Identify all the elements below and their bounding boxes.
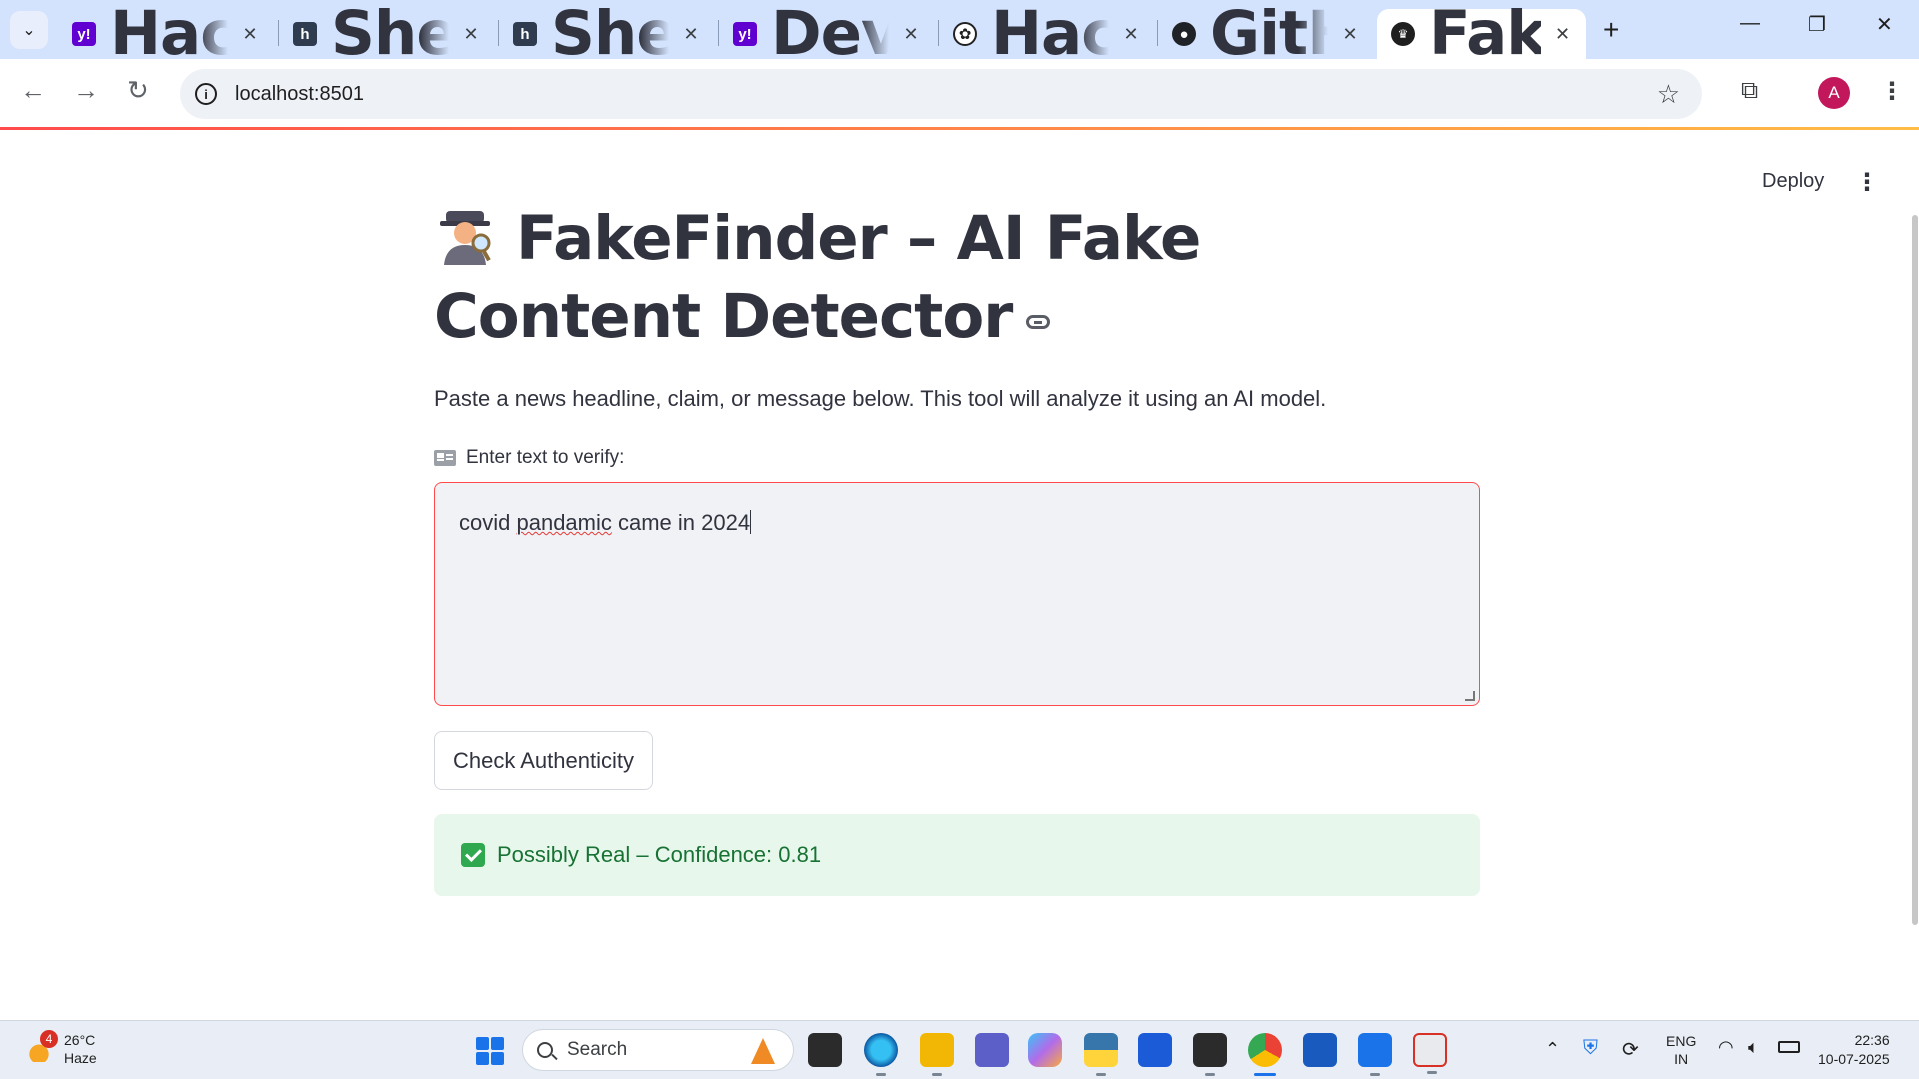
input-text-part: covid: [459, 510, 517, 535]
address-bar[interactable]: i localhost:8501 ☆: [180, 69, 1702, 119]
close-icon[interactable]: ✕: [681, 24, 701, 45]
sync-icon[interactable]: ⟳: [1622, 1037, 1639, 1062]
snipping-tool-icon[interactable]: [1413, 1033, 1447, 1074]
weather-sun-icon: 4: [24, 1030, 58, 1062]
profile-avatar[interactable]: A: [1818, 77, 1850, 109]
hackerearth-icon: h: [513, 22, 537, 46]
browser-toolbar: ← → ↻ i localhost:8501 ☆ ⧉ A ⋮: [0, 59, 1919, 127]
input-label: Enter text to verify:: [466, 447, 625, 468]
url-text[interactable]: localhost:8501: [235, 83, 364, 106]
windows-start-icon[interactable]: [476, 1037, 504, 1065]
main-content: FakeFinder – AI Fake Content Detector Pa…: [434, 200, 1480, 896]
search-icon: [537, 1042, 553, 1058]
main-menu-icon[interactable]: ⋮: [1855, 168, 1879, 197]
close-icon[interactable]: ✕: [1340, 24, 1360, 45]
input-text-misspelled: pandamic: [516, 510, 612, 535]
browser-tab-bar: ⌄ y! HackerEarth Shell ✕ h Shell.ai Hack…: [0, 0, 1919, 69]
input-text-part: came in 2024: [611, 510, 751, 535]
microsoft-store-icon[interactable]: [1138, 1033, 1172, 1067]
region-code: IN: [1674, 1051, 1689, 1067]
browser-tab[interactable]: h Shell.ai Hackathon ✕: [279, 0, 495, 69]
yahoo-icon: y!: [733, 22, 757, 46]
language-code: ENG: [1666, 1033, 1697, 1049]
result-text: Possibly Real – Confidence: 0.81: [497, 842, 822, 867]
hackerearth-icon: h: [293, 22, 317, 46]
page-title: FakeFinder – AI Fake Content Detector: [434, 203, 1201, 352]
teams-icon[interactable]: [975, 1033, 1009, 1067]
detective-emoji-icon: [434, 203, 496, 265]
restore-icon[interactable]: ❐: [1808, 12, 1826, 37]
copilot-icon[interactable]: [1028, 1033, 1062, 1067]
browser-tab-active[interactable]: ♛ FakeFinder ✕: [1377, 0, 1586, 69]
close-icon[interactable]: ✕: [461, 24, 481, 45]
wifi-icon[interactable]: ◠: [1718, 1037, 1734, 1058]
input-label-row: Enter text to verify:: [434, 447, 1480, 469]
python-icon[interactable]: [1084, 1033, 1118, 1076]
text-caret: [750, 510, 752, 534]
tray-overflow-chevron-icon[interactable]: ⌃: [1545, 1039, 1560, 1060]
task-view-icon[interactable]: [808, 1033, 842, 1067]
vlc-cone-icon: [751, 1038, 775, 1064]
page-subtitle: Paste a news headline, claim, or message…: [434, 386, 1327, 411]
back-arrow-icon[interactable]: ←: [20, 75, 46, 106]
close-icon[interactable]: ✕: [240, 24, 260, 45]
close-icon[interactable]: ✕: [901, 24, 921, 45]
resize-handle-icon[interactable]: [1465, 691, 1475, 701]
text-to-verify-input[interactable]: covid pandamic came in 2024: [434, 482, 1480, 706]
notepad-icon[interactable]: [1358, 1033, 1392, 1076]
language-indicator[interactable]: ENG IN: [1666, 1032, 1696, 1068]
word-icon[interactable]: [1303, 1033, 1337, 1067]
chevron-down-icon: ⌄: [22, 22, 36, 39]
streamlit-icon: ♛: [1391, 22, 1415, 46]
browser-tab[interactable]: ● GitHub · Build and ✕: [1158, 0, 1374, 69]
page-scrollbar[interactable]: [1912, 215, 1918, 925]
browser-tab[interactable]: y! HackerEarth Shell ✕: [58, 0, 274, 69]
edge-icon[interactable]: [864, 1033, 898, 1076]
page-title-row: FakeFinder – AI Fake Content Detector: [434, 200, 1480, 356]
chatgpt-icon: ✿: [953, 22, 977, 46]
new-tab-button[interactable]: +: [1603, 14, 1619, 46]
tab-search-button[interactable]: ⌄: [10, 11, 48, 49]
extensions-icon[interactable]: ⧉: [1741, 77, 1758, 105]
system-clock[interactable]: 22:36 10-07-2025: [1818, 1031, 1890, 1069]
newspaper-icon: [434, 450, 456, 466]
window-close-icon[interactable]: ✕: [1876, 12, 1893, 37]
battery-icon[interactable]: [1778, 1041, 1800, 1053]
result-success-alert: Possibly Real – Confidence: 0.81: [434, 814, 1480, 896]
weather-desc: Haze: [64, 1050, 97, 1066]
browser-tab[interactable]: h Shell.ai Hackathon ✕: [499, 0, 715, 69]
minimize-icon[interactable]: —: [1740, 12, 1760, 35]
security-shield-icon[interactable]: ⛨: [1583, 1037, 1598, 1060]
chrome-icon[interactable]: [1248, 1033, 1282, 1076]
github-icon: ●: [1172, 22, 1196, 46]
volume-icon[interactable]: 🔈︎: [1748, 1037, 1759, 1058]
check-mark-icon: [461, 843, 485, 867]
deploy-button[interactable]: Deploy: [1762, 170, 1824, 193]
windows-taskbar: 4 26°C Haze Search ⌃ ⛨ ⟳ ENG IN ◠ 🔈︎ 22:…: [0, 1020, 1919, 1079]
weather-badge: 4: [40, 1030, 58, 1048]
taskbar-search[interactable]: Search: [522, 1029, 794, 1071]
avatar-initial: A: [1828, 83, 1840, 102]
terminal-icon[interactable]: [1193, 1033, 1227, 1076]
forward-arrow-icon[interactable]: →: [73, 75, 99, 106]
site-info-icon[interactable]: i: [195, 83, 217, 105]
bookmark-star-icon[interactable]: ☆: [1657, 79, 1680, 110]
yahoo-icon: y!: [72, 22, 96, 46]
browser-tab[interactable]: y! Devpost Virtual ✕: [719, 0, 935, 69]
browser-tab[interactable]: ✿ Hackathon certificate ✕: [939, 0, 1155, 69]
anchor-link-icon[interactable]: [1026, 315, 1051, 329]
streamlit-top-decoration: [0, 127, 1919, 130]
close-icon[interactable]: ✕: [1121, 24, 1141, 45]
reload-icon[interactable]: ↻: [127, 75, 149, 106]
taskbar-search-label: Search: [567, 1039, 628, 1060]
file-explorer-icon[interactable]: [920, 1033, 954, 1076]
clock-time: 22:36: [1854, 1032, 1890, 1048]
weather-widget[interactable]: 4 26°C Haze: [24, 1030, 97, 1067]
clock-date: 10-07-2025: [1818, 1051, 1890, 1067]
weather-temp: 26°C: [64, 1032, 96, 1048]
check-authenticity-button[interactable]: Check Authenticity: [434, 731, 653, 790]
close-icon[interactable]: ✕: [1553, 24, 1572, 45]
browser-menu-icon[interactable]: ⋮: [1880, 77, 1904, 106]
